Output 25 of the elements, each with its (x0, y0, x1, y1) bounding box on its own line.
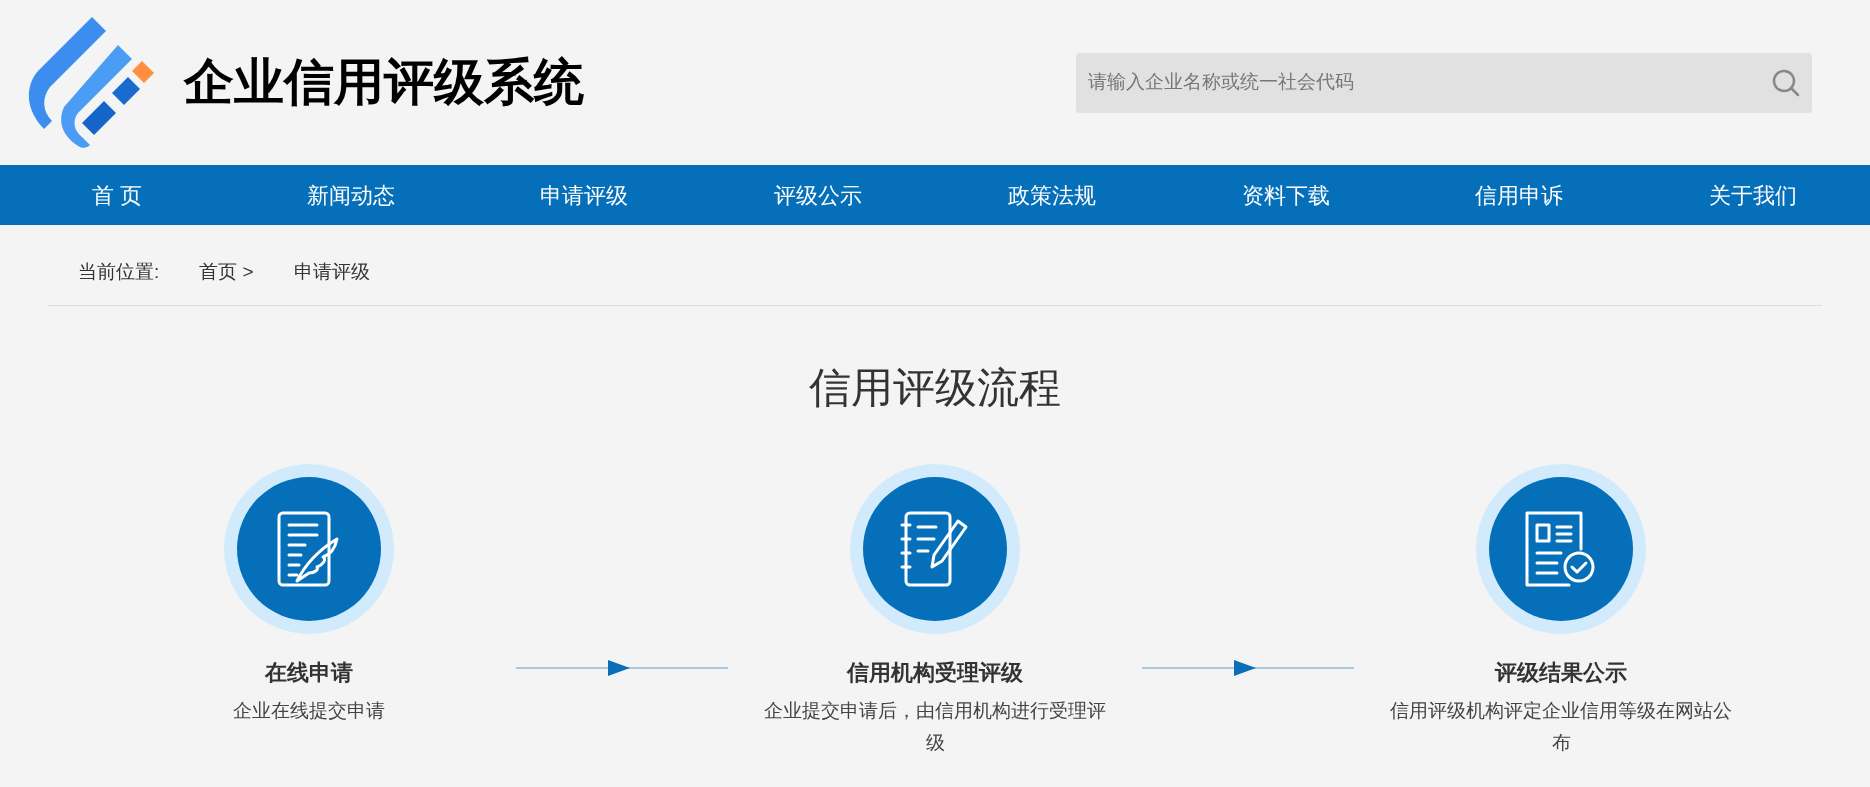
nav-link[interactable]: 资料下载 (1168, 165, 1403, 225)
search-icon[interactable] (1772, 68, 1800, 97)
breadcrumb-label: 当前位置: (78, 259, 160, 284)
nav-link[interactable]: 首 页 (0, 165, 234, 225)
search-field[interactable]: 请输入企业名称或统一社会代码 (1088, 68, 1772, 97)
nav-link[interactable]: 关于我们 (1636, 165, 1870, 225)
nav-link[interactable]: 评级公示 (701, 165, 935, 225)
step-title: 在线申请 (265, 659, 353, 687)
section-title: 信用评级流程 (808, 363, 1062, 413)
breadcrumb-link[interactable]: 首页 > (199, 257, 254, 287)
notebook-pencil-icon (900, 511, 970, 587)
search-bar[interactable]: 请输入企业名称或统一社会代码 (1076, 52, 1812, 113)
nav-link[interactable]: 申请评级 (467, 165, 702, 225)
step-description: 信用评级机构评定企业信用等级在网站公布 (1389, 699, 1733, 755)
step-description: 企业提交申请后，由信用机构进行受理评级 (763, 699, 1107, 755)
step-title: 评级结果公示 (1495, 659, 1627, 687)
site-title: 企业信用评级系统 (184, 53, 584, 112)
nav-link[interactable]: 信用申诉 (1402, 165, 1637, 225)
breadcrumb-link[interactable]: 申请评级 (293, 257, 370, 287)
step-description: 企业在线提交申请 (232, 699, 386, 723)
step-title: 信用机构受理评级 (847, 659, 1023, 687)
document-quill-icon (277, 511, 341, 587)
nav-link[interactable]: 政策法规 (935, 165, 1169, 225)
document-check-icon (1525, 511, 1597, 587)
nav-link[interactable]: 新闻动态 (233, 165, 468, 225)
